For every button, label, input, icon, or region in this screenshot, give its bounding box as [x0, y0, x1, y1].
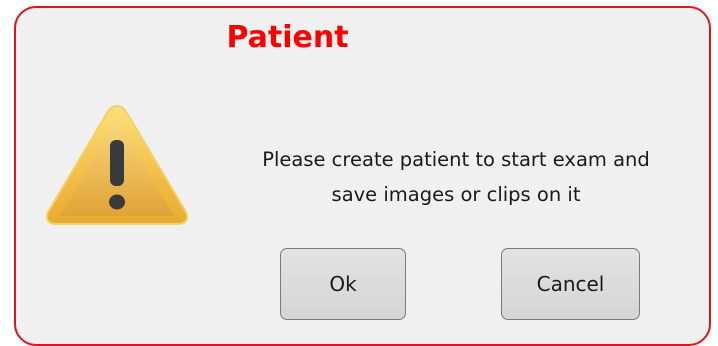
cancel-button[interactable]: Cancel: [501, 248, 640, 320]
ok-button[interactable]: Ok: [280, 248, 406, 320]
dialog-message: Please create patient to start exam and …: [216, 142, 696, 212]
warning-icon: [45, 104, 189, 225]
patient-dialog: Patient Please create patient to start e…: [14, 6, 711, 346]
message-line-2: save images or clips on it: [331, 183, 581, 206]
dialog-title: Patient: [16, 20, 709, 56]
message-line-1: Please create patient to start exam and: [262, 148, 650, 171]
dialog-title-text: Patient: [226, 20, 349, 55]
